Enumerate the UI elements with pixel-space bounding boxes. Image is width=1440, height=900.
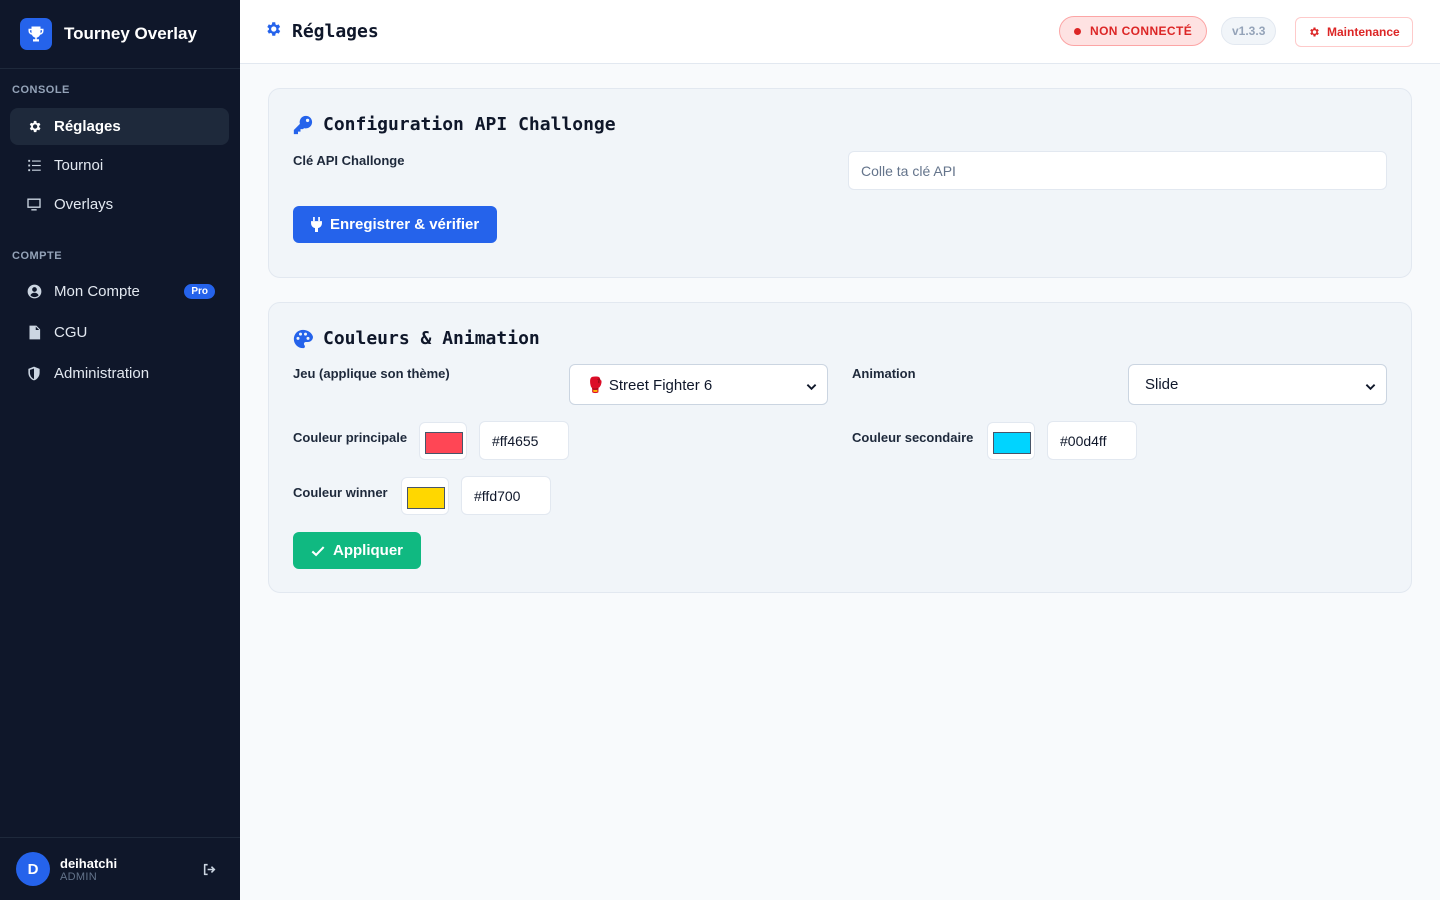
section-label-compte: COMPTE: [12, 250, 63, 262]
game-select[interactable]: 🥊 Street Fighter 6: [569, 364, 828, 405]
maintenance-label: Maintenance: [1327, 25, 1400, 39]
sidebar-item-mon-compte[interactable]: Mon Compte Pro: [10, 273, 229, 310]
status-dot-icon: [1074, 27, 1081, 35]
animation-select-value: Slide: [1145, 376, 1179, 393]
gear-icon: [26, 119, 42, 135]
page-header: Réglages: [264, 20, 379, 43]
brand[interactable]: Tourney Overlay: [0, 0, 240, 69]
list-ordered-icon: [26, 158, 42, 174]
winner-color-label: Couleur winner: [293, 485, 388, 500]
sidebar-item-label: Mon Compte: [54, 283, 140, 300]
user-name: deihatchi: [60, 855, 118, 871]
logout-icon[interactable]: [202, 862, 218, 878]
avatar[interactable]: D: [16, 852, 50, 886]
check-icon: [311, 545, 325, 557]
sidebar-item-label: CGU: [54, 324, 88, 341]
primary-color-swatch: [425, 432, 463, 454]
primary-color-input[interactable]: #ff4655: [479, 421, 569, 460]
primary-color-label: Couleur principale: [293, 430, 408, 445]
plug-icon: [311, 217, 322, 232]
sidebar-item-label: Tournoi: [54, 157, 104, 174]
api-key-label: Clé API Challonge: [293, 153, 405, 168]
card-title: Configuration API Challonge: [323, 114, 616, 135]
version-badge: v1.3.3: [1221, 17, 1277, 45]
api-config-card: Configuration API Challonge Clé API Chal…: [268, 88, 1412, 278]
user-footer: D deihatchi ADMIN: [0, 837, 240, 900]
animation-select[interactable]: Slide: [1128, 364, 1387, 405]
button-label: Enregistrer & vérifier: [330, 216, 480, 233]
maintenance-button[interactable]: Maintenance: [1295, 17, 1413, 47]
sidebar-item-administration[interactable]: Administration: [10, 355, 229, 392]
shield-icon: [26, 366, 42, 382]
section-label-console: CONSOLE: [12, 84, 70, 96]
gear-icon: [264, 20, 282, 43]
secondary-color-input[interactable]: #00d4ff: [1047, 421, 1137, 460]
secondary-color-swatch: [993, 432, 1031, 454]
save-verify-button[interactable]: Enregistrer & vérifier: [293, 206, 498, 243]
sidebar-item-reglages[interactable]: Réglages: [10, 108, 229, 145]
apply-button[interactable]: Appliquer: [293, 532, 421, 569]
connection-status-badge: NON CONNECTÉ: [1059, 16, 1208, 46]
sidebar: Tourney Overlay CONSOLE Réglages Tournoi…: [0, 0, 240, 900]
chevron-down-icon: [806, 379, 817, 396]
card-title: Couleurs & Animation: [323, 328, 540, 349]
card-header: Configuration API Challonge: [293, 114, 616, 135]
animation-label: Animation: [852, 366, 916, 381]
button-label: Appliquer: [333, 542, 403, 559]
primary-color-picker[interactable]: [419, 422, 467, 460]
user-circle-icon: [26, 284, 42, 300]
document-icon: [26, 325, 42, 341]
user-info: deihatchi ADMIN: [60, 856, 117, 883]
status-text: NON CONNECTÉ: [1090, 24, 1193, 38]
api-key-input[interactable]: [848, 151, 1387, 190]
colors-animation-card: Couleurs & Animation Jeu (applique son t…: [268, 302, 1412, 593]
winner-color-input[interactable]: #ffd700: [461, 476, 551, 515]
sidebar-item-label: Overlays: [54, 196, 114, 213]
game-label: Jeu (applique son thème): [293, 366, 450, 381]
sidebar-item-tournoi[interactable]: Tournoi: [10, 147, 229, 184]
topbar: Réglages NON CONNECTÉ v1.3.3 Maintenance: [240, 0, 1440, 64]
trophy-icon: [20, 18, 52, 50]
game-select-value: 🥊 Street Fighter 6: [586, 376, 713, 394]
sidebar-item-label: Administration: [54, 365, 150, 382]
page-title: Réglages: [292, 21, 379, 42]
sidebar-item-cgu[interactable]: CGU: [10, 314, 229, 351]
chevron-down-icon: [1365, 379, 1376, 396]
app-title: Tourney Overlay: [64, 24, 197, 43]
secondary-color-label: Couleur secondaire: [852, 430, 974, 445]
palette-icon: [293, 329, 313, 349]
winner-color-swatch: [407, 487, 445, 509]
desktop-icon: [26, 197, 42, 213]
key-icon: [293, 115, 313, 135]
gear-icon: [1308, 26, 1327, 38]
sidebar-item-overlays[interactable]: Overlays: [10, 186, 229, 223]
pro-badge: Pro: [184, 284, 215, 299]
user-role: ADMIN: [60, 870, 97, 883]
sidebar-item-label: Réglages: [54, 118, 121, 135]
winner-color-picker[interactable]: [401, 477, 449, 515]
secondary-color-picker[interactable]: [987, 422, 1035, 460]
card-header: Couleurs & Animation: [293, 328, 540, 349]
